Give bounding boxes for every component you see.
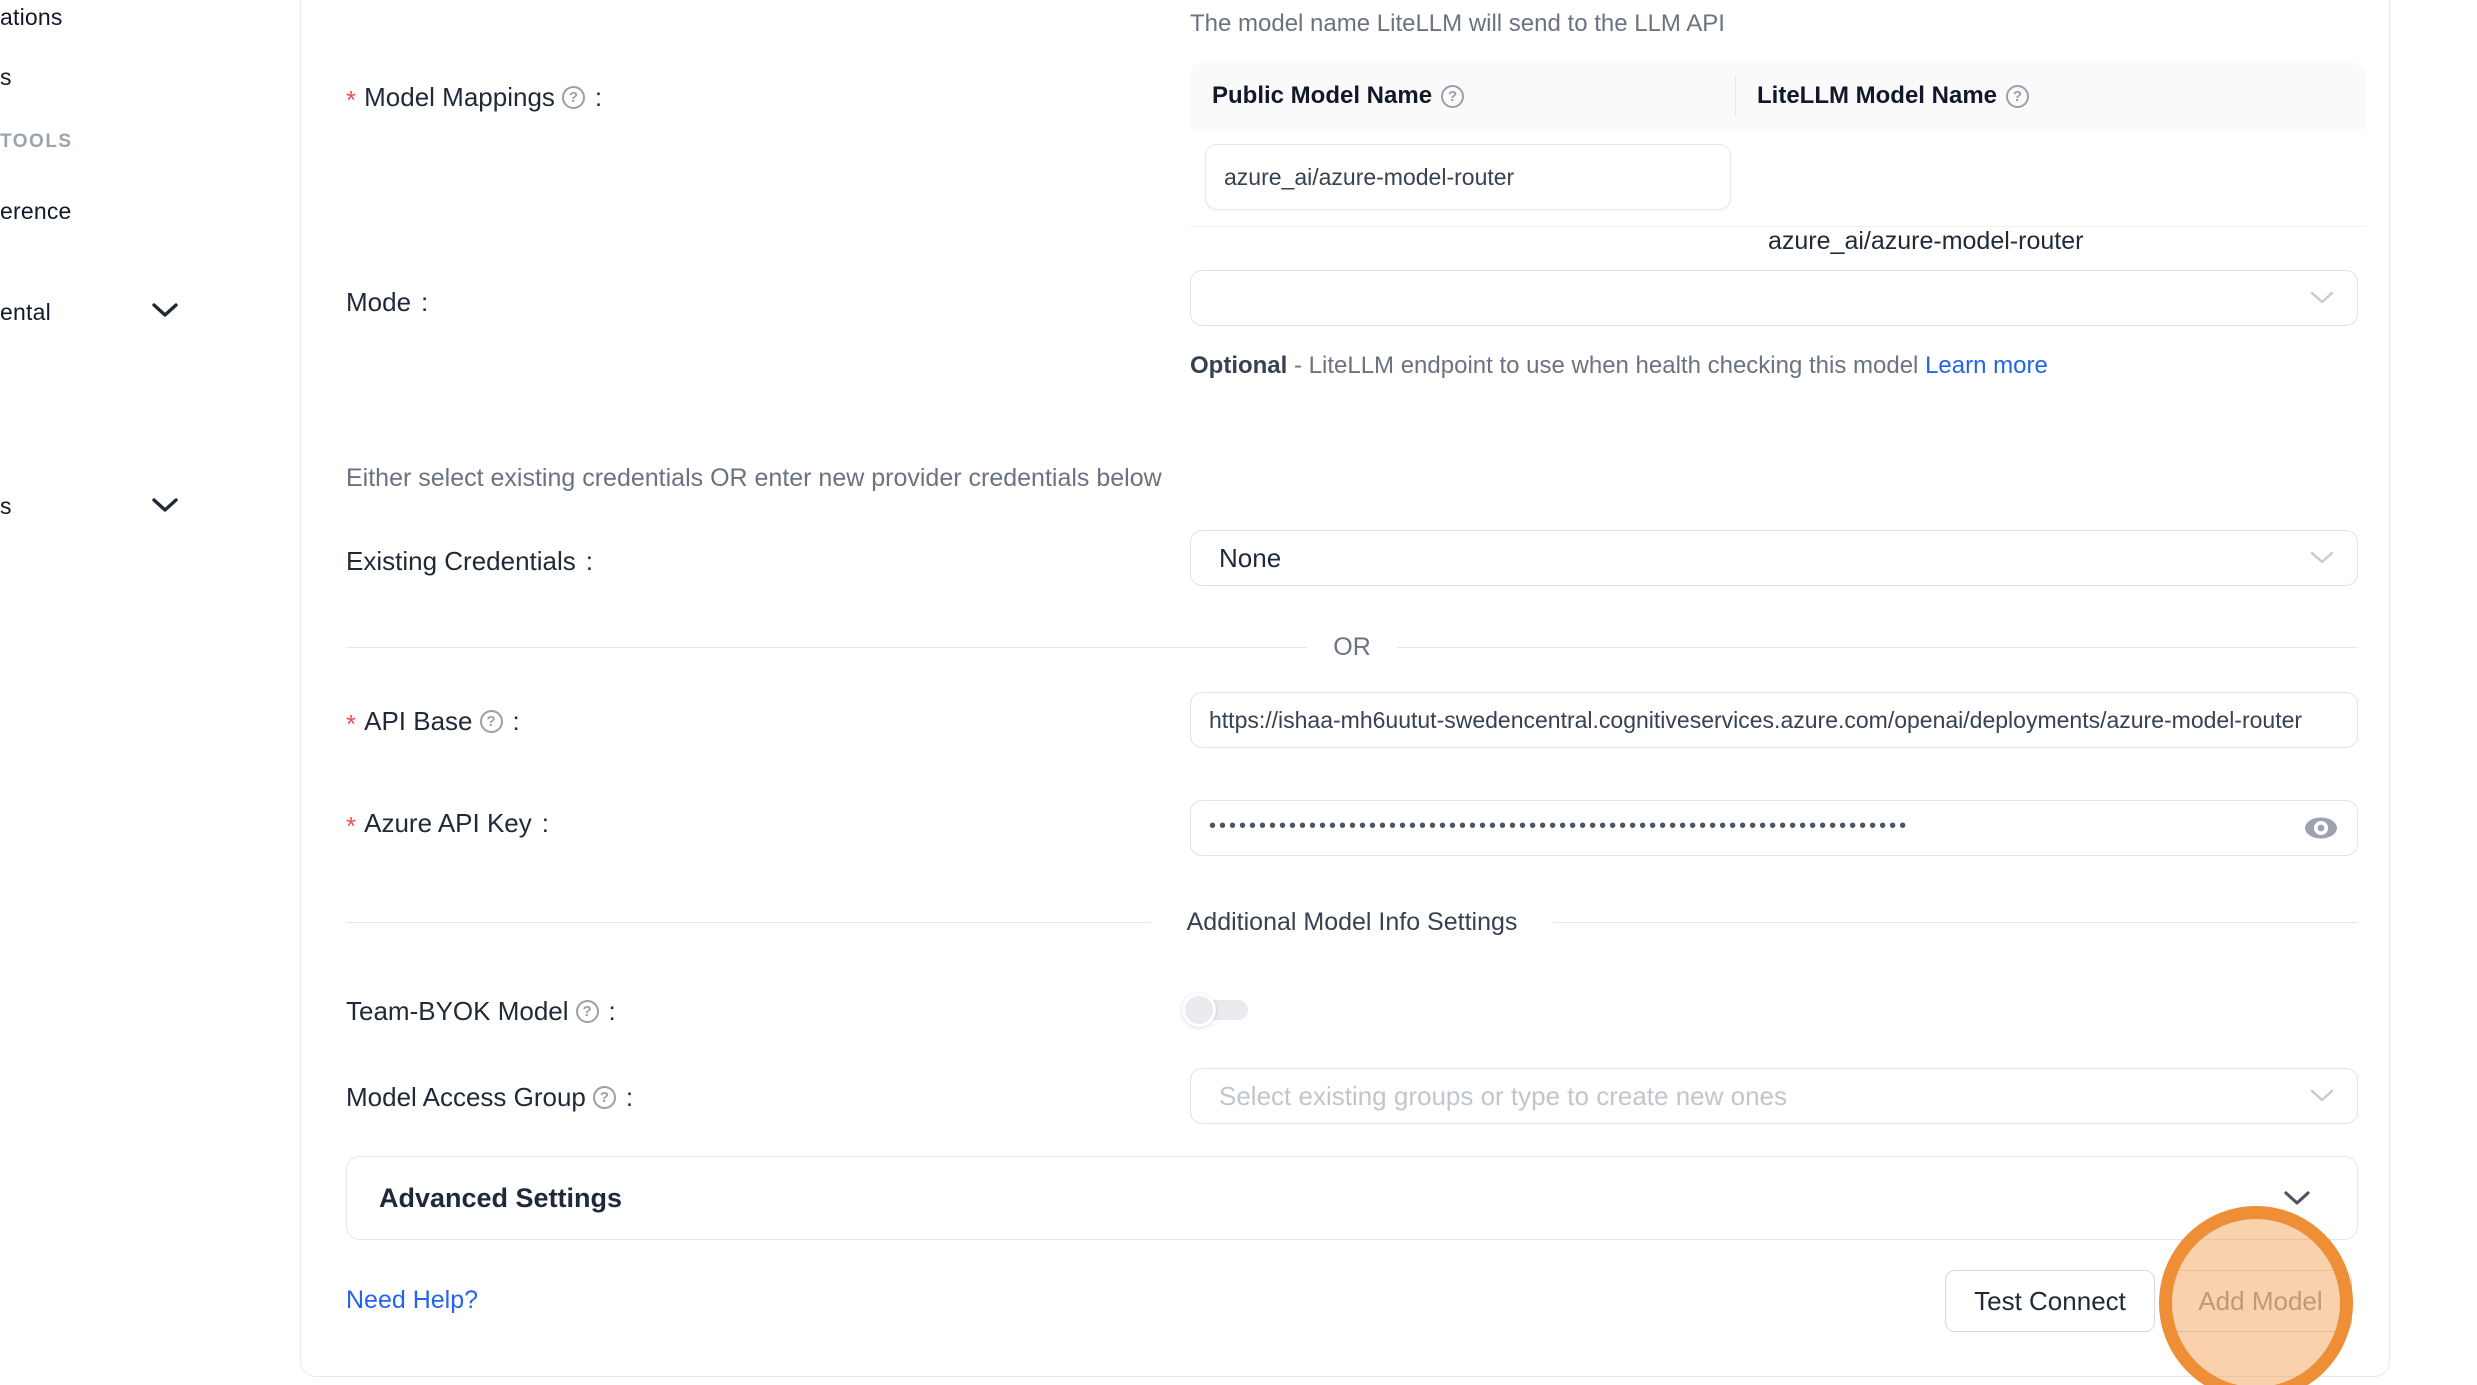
litellm-model-name-value: azure_ai/azure-model-router bbox=[1768, 227, 2083, 256]
help-icon[interactable]: ? bbox=[576, 1000, 599, 1023]
sidebar-item-ental[interactable]: ental bbox=[0, 299, 51, 326]
sidebar-section-tools: TOOLS bbox=[0, 131, 73, 153]
public-model-name-header: Public Model Name ? bbox=[1190, 82, 1735, 110]
chevron-down-icon bbox=[2309, 550, 2335, 566]
chevron-down-icon[interactable] bbox=[152, 497, 178, 513]
credentials-note: Either select existing credentials OR en… bbox=[346, 464, 1162, 493]
toggle-knob bbox=[1182, 993, 1216, 1027]
additional-settings-divider: Additional Model Info Settings bbox=[346, 907, 2358, 937]
sidebar-item-s1[interactable]: s bbox=[0, 64, 12, 91]
header-divider bbox=[1735, 76, 1736, 116]
required-asterisk: * bbox=[346, 811, 356, 842]
litellm-model-name-header: LiteLLM Model Name ? bbox=[1735, 82, 2029, 110]
model-mappings-table: Public Model Name ? LiteLLM Model Name ?… bbox=[1190, 63, 2365, 129]
model-mappings-table-header: Public Model Name ? LiteLLM Model Name ? bbox=[1190, 63, 2365, 129]
add-model-button[interactable]: Add Model bbox=[2169, 1270, 2352, 1332]
sidebar-item-label: erence bbox=[0, 198, 72, 225]
api-base-input[interactable]: https://ishaa-mh6uutut-swedencentral.cog… bbox=[1190, 692, 2358, 748]
sidebar-item-ations[interactable]: ations bbox=[0, 4, 63, 31]
mode-help-text: Optional - LiteLLM endpoint to use when … bbox=[1190, 345, 2175, 386]
help-icon[interactable]: ? bbox=[2006, 85, 2029, 108]
public-model-name-input[interactable] bbox=[1205, 144, 1731, 210]
help-icon[interactable]: ? bbox=[593, 1086, 616, 1109]
sidebar-item-label: s bbox=[0, 493, 12, 520]
chevron-down-icon[interactable] bbox=[152, 302, 178, 318]
toggle-password-visibility-button[interactable] bbox=[2301, 811, 2341, 845]
required-asterisk: * bbox=[346, 85, 356, 116]
advanced-settings-title: Advanced Settings bbox=[347, 1183, 622, 1214]
help-icon[interactable]: ? bbox=[480, 710, 503, 733]
sidebar-item-s2[interactable]: s bbox=[0, 493, 12, 520]
help-icon[interactable]: ? bbox=[1441, 85, 1464, 108]
litellm-model-name-help-text: The model name LiteLLM will send to the … bbox=[1190, 10, 1725, 38]
help-icon[interactable]: ? bbox=[562, 86, 585, 109]
mode-select[interactable] bbox=[1190, 270, 2358, 326]
advanced-settings-panel[interactable]: Advanced Settings bbox=[346, 1156, 2358, 1240]
test-connect-button[interactable]: Test Connect bbox=[1945, 1270, 2155, 1332]
select-placeholder: Select existing groups or type to create… bbox=[1191, 1081, 1787, 1112]
chevron-down-icon bbox=[2309, 290, 2335, 306]
add-model-screen: ations s TOOLS erence ental s The model … bbox=[0, 0, 2477, 1385]
model-mappings-label: * Model Mappings ? : bbox=[346, 80, 602, 114]
sidebar-item-label: ental bbox=[0, 299, 51, 326]
model-access-group-label: Model Access Group ? : bbox=[346, 1080, 633, 1114]
api-base-label: * API Base ? : bbox=[346, 704, 520, 738]
chevron-down-icon bbox=[2283, 1189, 2311, 1207]
model-access-group-select[interactable]: Select existing groups or type to create… bbox=[1190, 1068, 2358, 1124]
existing-credentials-label: Existing Credentials : bbox=[346, 544, 593, 578]
azure-api-key-input[interactable]: ••••••••••••••••••••••••••••••••••••••••… bbox=[1190, 800, 2358, 856]
team-byok-label: Team-BYOK Model ? : bbox=[346, 994, 616, 1028]
team-byok-toggle[interactable] bbox=[1186, 1000, 1248, 1020]
existing-credentials-select[interactable]: None bbox=[1190, 530, 2358, 586]
need-help-link[interactable]: Need Help? bbox=[346, 1286, 478, 1315]
eye-icon bbox=[2302, 813, 2340, 843]
or-divider: OR bbox=[346, 632, 2358, 662]
sidebar-item-erence[interactable]: erence bbox=[0, 198, 72, 225]
required-asterisk: * bbox=[346, 709, 356, 740]
sidebar-item-label: s bbox=[0, 64, 12, 91]
chevron-down-icon bbox=[2309, 1088, 2335, 1104]
sidebar-item-label: ations bbox=[0, 4, 63, 31]
mode-label: Mode : bbox=[346, 285, 428, 319]
masked-password-value: ••••••••••••••••••••••••••••••••••••••••… bbox=[1191, 815, 1909, 838]
table-row-divider bbox=[1190, 226, 2365, 227]
learn-more-link[interactable]: Learn more bbox=[1925, 352, 2048, 379]
azure-api-key-label: * Azure API Key : bbox=[346, 806, 549, 840]
